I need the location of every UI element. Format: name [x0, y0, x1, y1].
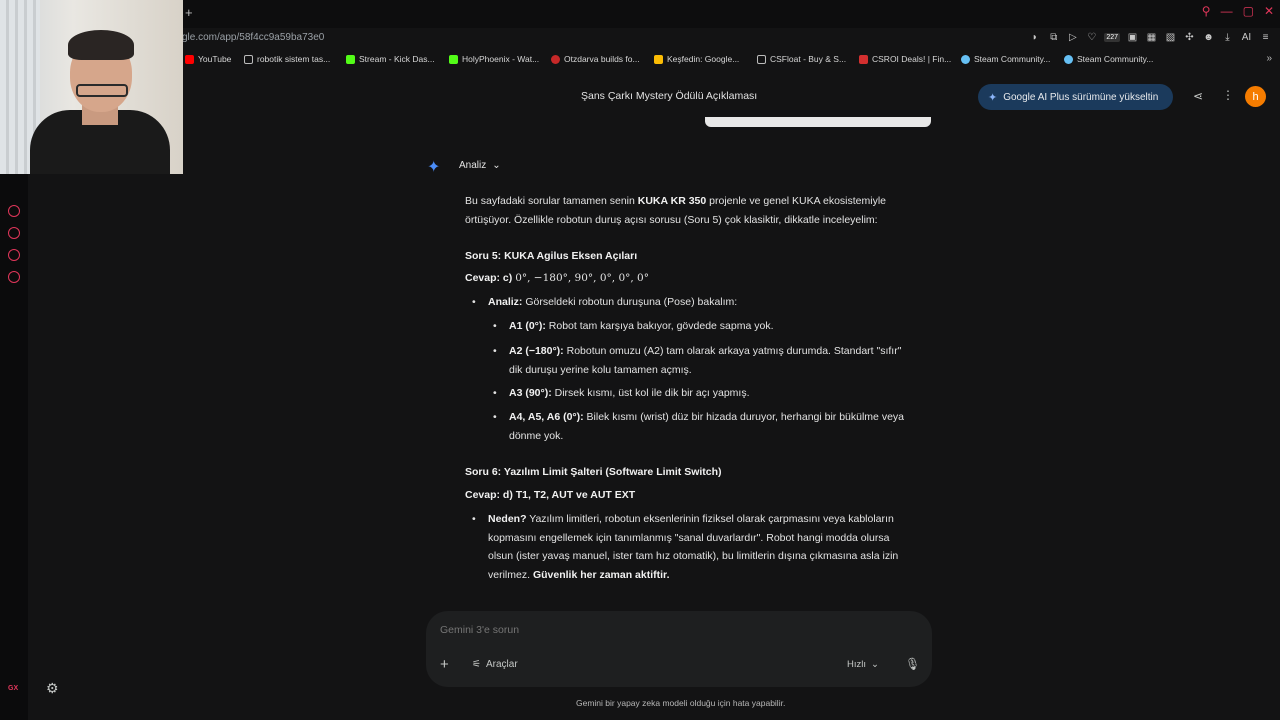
bookmark-icon[interactable]: ◗ — [1028, 31, 1041, 44]
settings-rail-icon[interactable] — [8, 271, 20, 283]
spark-icon: ✦ — [988, 91, 998, 104]
settings-icon[interactable]: ⚙ — [46, 680, 59, 697]
gemini-spark-icon: ✦ — [427, 159, 441, 176]
address-bar: gle.com/app/58f4cc9a59ba73e0 ◗ ⧉ ▷ ♡ 227… — [0, 28, 1280, 50]
kick-icon — [346, 54, 355, 64]
ai-icon[interactable]: AI — [1240, 31, 1253, 44]
more-vert-icon[interactable]: ⋮ — [1222, 88, 1234, 102]
analysis-toggle[interactable]: Analiz ⌄ — [459, 160, 501, 171]
new-tab-plus-icon[interactable]: + — [185, 5, 193, 20]
steam-icon — [1064, 54, 1073, 64]
minimize-icon[interactable]: — — [1221, 4, 1233, 18]
bookmarks-bar: YouTube robotik sistem tas... Stream - K… — [0, 50, 1280, 70]
csroi-icon — [859, 54, 868, 64]
avatar[interactable]: h — [1245, 86, 1266, 107]
bookmark-item[interactable]: HolyPhoenix - Wat... — [449, 54, 539, 64]
list-item: Analiz: Görseldeki robotun duruşuna (Pos… — [472, 293, 737, 312]
otzdarva-icon — [551, 54, 560, 64]
mode-selector[interactable]: Hızlı ⌄ — [847, 659, 879, 670]
gx-logo: GX — [8, 685, 19, 692]
bookmark-item[interactable]: CSFloat - Buy & S... — [757, 54, 846, 64]
webcam-person-hair — [68, 30, 134, 60]
steam-icon — [961, 54, 970, 64]
tools-icon: ⚟ — [472, 659, 481, 670]
page-title: Şans Çarkı Mystery Ödülü Açıklaması — [581, 90, 758, 102]
list-item: A3 (90°): Dirsek kısmı, üst kol ile dik … — [493, 384, 750, 403]
youtube-icon — [185, 54, 194, 64]
list-item: A4, A5, A6 (0°): Bilek kısmı (wrist) düz… — [493, 408, 929, 445]
puzzle-icon[interactable]: ✣ — [1183, 31, 1196, 44]
play-icon[interactable]: ▷ — [1066, 31, 1079, 44]
heart-icon[interactable]: ♡ — [1085, 31, 1098, 44]
q6-heading: Soru 6: Yazılım Limit Şalteri (Software … — [465, 466, 722, 478]
download-icon[interactable]: ⤓ — [1221, 31, 1234, 44]
maximize-icon[interactable]: ▢ — [1243, 4, 1254, 18]
upgrade-button[interactable]: ✦ Google AI Plus sürümüne yükseltin — [978, 84, 1173, 110]
chevron-down-icon: ⌄ — [492, 160, 501, 171]
q6-answer: Cevap: d) T1, T2, AUT ve AUT EXT — [465, 489, 636, 501]
folder-icon — [244, 54, 253, 64]
trends-icon — [654, 54, 663, 64]
extension-toolbar: ◗ ⧉ ▷ ♡ 227 ▣ ▦ ▧ ✣ ☻ ⤓ AI ≡ — [1028, 31, 1272, 44]
disclaimer: Gemini bir yapay zeka modeli olduğu için… — [576, 698, 786, 708]
history-icon[interactable] — [8, 227, 20, 239]
bookmark-item[interactable]: Otzdarva builds fo... — [551, 54, 640, 64]
menu-icon[interactable]: ≡ — [1259, 31, 1272, 44]
search-icon[interactable]: ⚲ — [1202, 4, 1211, 18]
grid-icon[interactable]: ▦ — [1145, 31, 1158, 44]
close-icon[interactable]: ✕ — [1264, 4, 1274, 18]
bookmark-item[interactable]: YouTube — [185, 54, 231, 64]
bookmark-item[interactable]: Steam Community... — [1064, 54, 1153, 64]
bookmark-item[interactable]: CSROI Deals! | Fin... — [859, 54, 951, 64]
intro-paragraph: Bu sayfadaki sorular tamamen senin KUKA … — [465, 195, 886, 226]
bookmark-item[interactable]: Steam Community... — [961, 54, 1050, 64]
sidebar-app-icon[interactable] — [8, 205, 20, 217]
profile-icon[interactable]: ☻ — [1202, 31, 1215, 44]
bookmark-item[interactable]: robotik sistem tas... — [244, 54, 330, 64]
prompt-box — [426, 611, 932, 687]
extension-badge[interactable]: 227 — [1104, 33, 1120, 42]
tools-button[interactable]: ⚟ Araçlar — [472, 659, 518, 670]
extensions-icon[interactable] — [8, 249, 20, 261]
chevron-down-icon: ⌄ — [871, 659, 879, 670]
snapshot-icon[interactable]: ⧉ — [1047, 31, 1060, 44]
q5-heading: Soru 5: KUKA Agilus Eksen Açıları — [465, 250, 638, 262]
list-item: A2 (−180°): Robotun omuzu (A2) tam olara… — [493, 342, 929, 379]
bookmarks-overflow-icon[interactable]: » — [1266, 53, 1272, 64]
bookmark-item[interactable]: Keşfedin: Google... — [654, 54, 739, 64]
bookmark-item[interactable]: Stream - Kick Das... — [346, 54, 435, 64]
window-controls: ⚲ — ▢ ✕ — [1202, 4, 1274, 18]
prompt-input[interactable] — [440, 624, 880, 636]
url-field[interactable]: gle.com/app/58f4cc9a59ba73e0 — [182, 32, 324, 43]
csfloat-icon — [757, 54, 766, 64]
tab-strip: + ⚲ — ▢ ✕ — [0, 0, 1280, 28]
list-item: A1 (0°): Robot tam karşıya bakıyor, gövd… — [493, 317, 773, 336]
list-item: Neden? Yazılım limitleri, robotun eksenl… — [472, 510, 928, 584]
kick-icon — [449, 54, 458, 64]
webcam-person-glasses — [76, 84, 128, 97]
previous-message-card — [705, 117, 931, 127]
mic-icon[interactable]: 🎙 — [905, 657, 920, 671]
add-attachment-button[interactable]: + — [440, 656, 449, 673]
share-icon[interactable]: ⋖ — [1193, 89, 1203, 103]
sk-extension-icon[interactable]: ▧ — [1164, 31, 1177, 44]
webcam-overlay — [0, 0, 183, 174]
q5-answer: Cevap: c) 0°, −180°, 90°, 0°, 0°, 0° — [465, 272, 649, 284]
wallet-icon[interactable]: ▣ — [1126, 31, 1139, 44]
